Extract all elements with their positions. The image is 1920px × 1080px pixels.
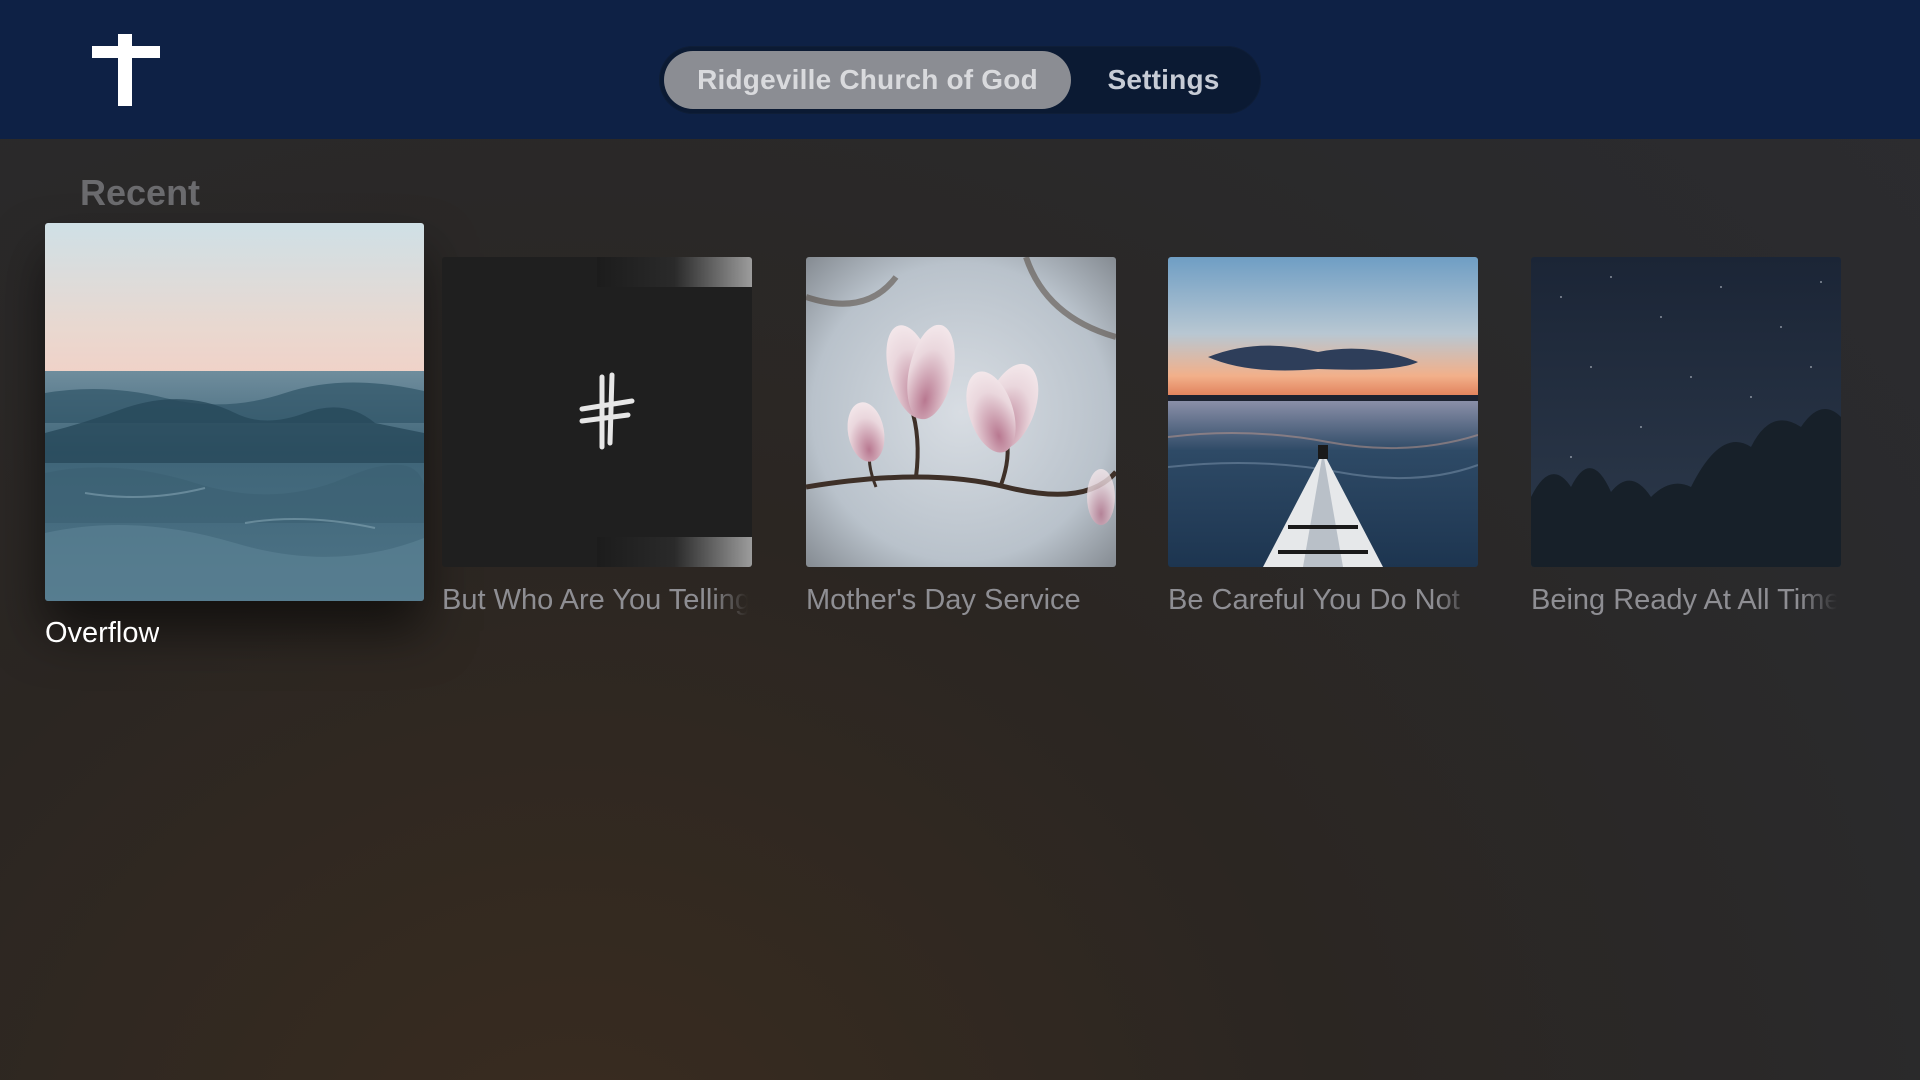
media-card-title: Being Ready At All Times: [1531, 584, 1837, 616]
media-card-title: Mother's Day Service: [806, 584, 1081, 616]
ocean-waves-image: [45, 223, 424, 601]
media-card-title: Overflow: [45, 617, 160, 649]
tab-ridgeville-church-of-god[interactable]: Ridgeville Church of God: [664, 51, 1071, 109]
media-card-title: But Who Are You Telling: [442, 584, 748, 616]
kayak-sunset-image: [1168, 257, 1478, 567]
tab-bar: Ridgeville Church of God Settings: [659, 46, 1261, 114]
section-title-recent: Recent: [80, 172, 201, 213]
cross-logo-image: [442, 257, 752, 567]
top-bar: Ridgeville Church of God Settings: [0, 0, 1920, 139]
tab-settings[interactable]: Settings: [1071, 51, 1256, 109]
cross-icon: [92, 34, 160, 106]
media-card-title: Be Careful You Do Not: [1168, 584, 1460, 616]
starry-forest-image: [1531, 257, 1841, 567]
magnolia-blossom-image: [806, 257, 1116, 567]
